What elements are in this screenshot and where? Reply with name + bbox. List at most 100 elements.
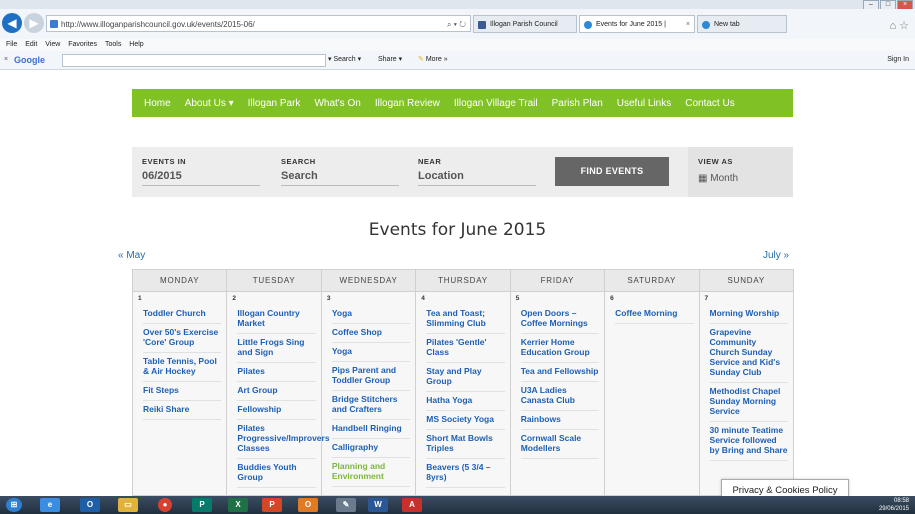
forward-button[interactable]: ▶ xyxy=(24,13,44,33)
menu-favorites[interactable]: Favorites xyxy=(68,41,97,48)
event-link[interactable]: Morning Worship xyxy=(709,306,788,324)
event-link[interactable]: Illogan Country Market xyxy=(237,306,316,334)
event-link[interactable]: Short Mat Bowls Triples xyxy=(426,431,505,459)
event-link[interactable]: Bridge Stitchers and Crafters xyxy=(331,392,411,420)
browser-address-bar: ◀ ▶ http://www.illoganparishcouncil.gov.… xyxy=(0,9,915,40)
find-events-button[interactable]: FIND EVENTS xyxy=(555,157,669,186)
facebook-icon xyxy=(478,21,486,29)
event-link[interactable]: Coffee Shop xyxy=(331,325,411,343)
onenote-icon[interactable]: O xyxy=(298,498,318,512)
event-link[interactable]: Kerrier Home Education Group xyxy=(520,335,600,363)
event-link[interactable]: Calligraphy xyxy=(331,440,411,458)
search-refresh-icons[interactable]: ⌕ ▾ ↻ xyxy=(447,16,466,33)
event-link[interactable]: Little Frogs Sing and Sign xyxy=(237,335,316,363)
event-link[interactable]: Yoga xyxy=(331,344,411,362)
internet-explorer-icon[interactable]: e xyxy=(40,498,60,512)
event-link[interactable]: Rainbows xyxy=(520,412,600,430)
event-link[interactable]: Grapevine Community Church Sunday Servic… xyxy=(709,325,788,383)
back-button[interactable]: ◀ xyxy=(2,13,22,33)
nav-illogan-review[interactable]: Illogan Review xyxy=(375,98,440,109)
word-icon[interactable]: W xyxy=(368,498,388,512)
excel-icon[interactable]: X xyxy=(228,498,248,512)
nav-parish-plan[interactable]: Parish Plan xyxy=(552,98,603,109)
tab-events[interactable]: Events for June 2015 | × xyxy=(579,15,695,33)
tab-parish-council[interactable]: Illogan Parish Council xyxy=(473,15,577,33)
event-link[interactable]: Fit Steps xyxy=(143,383,222,401)
location-field[interactable]: Location xyxy=(418,170,536,186)
event-link[interactable]: Table Tennis, Pool & Air Hockey xyxy=(143,354,222,382)
event-link[interactable]: Hatha Yoga xyxy=(426,393,505,411)
event-link[interactable]: Tea and Toast; Slimming Club xyxy=(426,306,505,334)
next-month-link[interactable]: July » xyxy=(763,250,789,261)
powerpoint-icon[interactable]: P xyxy=(262,498,282,512)
pdf-icon[interactable]: A xyxy=(402,498,422,512)
start-button-icon[interactable]: ⊞ xyxy=(6,498,22,512)
events-in-field[interactable]: 06/2015 xyxy=(142,170,260,186)
nav-whats-on[interactable]: What's On xyxy=(314,98,360,109)
event-link[interactable]: Toddler Church xyxy=(143,306,222,324)
tab-new-tab[interactable]: New tab xyxy=(697,15,787,33)
event-link[interactable]: Fellowship xyxy=(237,402,316,420)
event-link[interactable]: U3A Ladies Canasta Club xyxy=(520,383,600,411)
nav-illogan-park[interactable]: Illogan Park xyxy=(248,98,301,109)
event-link[interactable]: MS Society Yoga xyxy=(426,412,505,430)
event-link[interactable]: Pilates 'Gentle' Class xyxy=(426,335,505,363)
menu-tools[interactable]: Tools xyxy=(105,41,121,48)
event-link[interactable]: Cornwall Scale Modellers xyxy=(520,431,600,459)
chrome-icon[interactable]: ● xyxy=(158,498,172,512)
event-link[interactable]: Coffee Morning xyxy=(615,306,694,324)
google-search-input[interactable] xyxy=(62,54,326,67)
event-link[interactable]: Yoga xyxy=(331,306,411,324)
event-link[interactable]: Beavers (5 3/4 – 8yrs) xyxy=(426,460,505,488)
tool-icon[interactable]: ✎ xyxy=(336,498,356,512)
event-link[interactable]: Tea and Fellowship xyxy=(520,364,600,382)
pencil-icon: ✎ xyxy=(418,56,424,63)
home-favorites-icons[interactable]: ⌂ ☆ xyxy=(889,19,909,32)
event-link[interactable]: Methodist Chapel Sunday Morning Service xyxy=(709,384,788,422)
close-tab-icon[interactable]: × xyxy=(686,16,690,32)
view-as-value: ▦ Month xyxy=(698,173,738,184)
event-link[interactable]: Reiki Share xyxy=(143,402,222,420)
url-field[interactable]: http://www.illoganparishcouncil.gov.uk/e… xyxy=(46,15,471,32)
menu-edit[interactable]: Edit xyxy=(25,41,37,48)
event-link[interactable]: Stay and Play Group xyxy=(426,364,505,392)
menu-view[interactable]: View xyxy=(45,41,60,48)
event-link[interactable]: Handbell Ringing xyxy=(331,421,411,439)
event-link[interactable]: Buddies Youth Group xyxy=(237,460,316,488)
nav-village-trail[interactable]: Illogan Village Trail xyxy=(454,98,538,109)
nav-contact-us[interactable]: Contact Us xyxy=(685,98,734,109)
sign-in-link[interactable]: Sign In xyxy=(887,51,909,69)
event-link[interactable]: Pips Parent and Toddler Group xyxy=(331,363,411,391)
event-link[interactable]: Pilates xyxy=(237,364,316,382)
web-page: Home About Us ▾ Illogan Park What's On I… xyxy=(0,70,915,496)
event-link[interactable]: Over 50's Exercise 'Core' Group xyxy=(143,325,222,353)
day-cell-7: 7 Morning Worship Grapevine Community Ch… xyxy=(698,291,795,496)
close-toolbar-icon[interactable]: × xyxy=(4,51,8,69)
day-cell-6: 6 Coffee Morning xyxy=(604,291,700,496)
folder-icon[interactable]: ▭ xyxy=(118,498,138,512)
month-calendar: MONDAY TUESDAY WEDNESDAY THURSDAY FRIDAY… xyxy=(131,269,795,496)
more-button[interactable]: ✎ More » xyxy=(418,51,448,69)
view-as-selector[interactable]: VIEW AS ▦ Month xyxy=(688,147,793,197)
event-link[interactable]: Art Group xyxy=(237,383,316,401)
nav-about-us[interactable]: About Us ▾ xyxy=(185,98,234,109)
view-as-label: VIEW AS xyxy=(698,157,733,166)
nav-home[interactable]: Home xyxy=(144,98,171,109)
event-link[interactable]: Open Doors – Coffee Mornings xyxy=(520,306,600,334)
event-link[interactable]: Planning and Environment xyxy=(331,459,411,487)
event-link[interactable]: Pilates Progressive/Improvers Classes xyxy=(237,421,330,459)
nav-useful-links[interactable]: Useful Links xyxy=(617,98,671,109)
tab-label: New tab xyxy=(714,21,740,28)
window-title-bar: – □ × xyxy=(0,0,915,10)
menu-help[interactable]: Help xyxy=(129,41,143,48)
outlook-icon[interactable]: O xyxy=(80,498,100,512)
share-button[interactable]: Share ▾ xyxy=(378,51,402,69)
google-search-button[interactable]: ▾ Search ▾ xyxy=(328,51,361,69)
menu-file[interactable]: File xyxy=(6,41,17,48)
prev-month-link[interactable]: « May xyxy=(118,250,145,261)
event-link[interactable]: 30 minute Teatime Service followed by Br… xyxy=(709,423,788,461)
search-field[interactable]: Search xyxy=(281,170,399,186)
publisher-icon[interactable]: P xyxy=(192,498,212,512)
clock-time: 08:58 xyxy=(893,498,909,504)
system-clock[interactable]: 08:58 29/06/2015 xyxy=(879,497,909,513)
